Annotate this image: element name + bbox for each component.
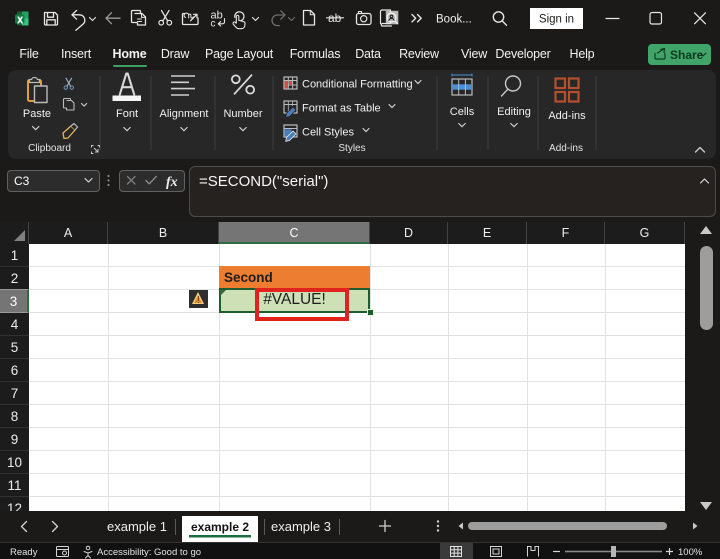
svg-text:example 2: example 2 <box>191 520 249 534</box>
svg-text:c: c <box>211 19 216 30</box>
svg-text:Editing: Editing <box>497 106 531 118</box>
svg-text:example 1: example 1 <box>107 519 167 534</box>
svg-text:Ready: Ready <box>10 547 38 558</box>
svg-text:example 3: example 3 <box>271 519 331 534</box>
svg-text:Book...: Book... <box>436 14 472 26</box>
svg-text:100%: 100% <box>678 547 703 558</box>
svg-text:Clipboard: Clipboard <box>28 143 71 154</box>
svg-text:Alignment: Alignment <box>160 108 209 120</box>
svg-text:Font: Font <box>116 108 138 120</box>
svg-text:Styles: Styles <box>338 143 365 154</box>
svg-text:Add-ins: Add-ins <box>548 110 586 122</box>
svg-text:fx: fx <box>166 175 178 190</box>
svg-text:Share: Share <box>670 48 704 62</box>
svg-text:Add-ins: Add-ins <box>549 143 583 154</box>
svg-text:Format as Table: Format as Table <box>302 103 381 115</box>
svg-text:Conditional Formatting: Conditional Formatting <box>302 79 413 91</box>
svg-text:Number: Number <box>223 108 262 120</box>
svg-text:Cells: Cells <box>450 106 475 118</box>
svg-text:Cell Styles: Cell Styles <box>302 127 354 139</box>
svg-text:Paste: Paste <box>23 108 51 120</box>
svg-text:Accessibility: Good to go: Accessibility: Good to go <box>97 547 201 558</box>
svg-text:Sign in: Sign in <box>539 14 574 26</box>
